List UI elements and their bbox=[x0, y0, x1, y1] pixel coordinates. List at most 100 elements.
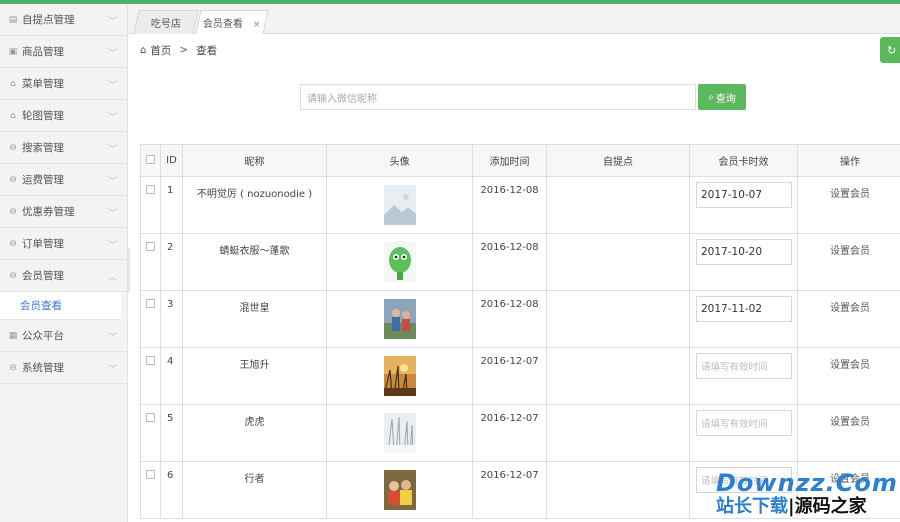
row-id: 6 bbox=[160, 461, 183, 519]
row-avatar-cell bbox=[326, 290, 473, 348]
chevron-down-icon: ﹀ bbox=[107, 17, 117, 27]
watermark-blue-text: 站长下载 bbox=[716, 496, 788, 517]
table-row: 5 虎虎 2016-12-07 请填写有效时间 设置会员 bbox=[140, 404, 900, 462]
avatar bbox=[383, 470, 416, 510]
settings-icon: ⊖ bbox=[9, 362, 17, 373]
chevron-down-icon: ﹀ bbox=[107, 209, 117, 219]
row-checkbox[interactable] bbox=[146, 185, 155, 194]
row-added: 2016-12-07 bbox=[472, 461, 547, 519]
chevron-down-icon: ﹀ bbox=[107, 113, 117, 123]
breadcrumb-separator: > bbox=[179, 44, 189, 56]
column-header-nickname: 昵称 bbox=[182, 144, 327, 177]
expiry-date-input[interactable]: 请填写有效时间 bbox=[696, 353, 792, 379]
sidebar-subitem-member-view[interactable]: 会员查看 bbox=[0, 292, 121, 320]
row-nickname: 蜻蜓衣服～蓬歌 bbox=[182, 233, 327, 291]
row-avatar-cell bbox=[326, 233, 473, 291]
search-placeholder: 请输入微信昵称 bbox=[307, 93, 377, 105]
row-added: 2016-12-08 bbox=[472, 176, 547, 234]
avatar bbox=[383, 185, 416, 225]
row-checkbox[interactable] bbox=[146, 470, 155, 479]
row-checkbox[interactable] bbox=[146, 242, 155, 251]
set-member-link[interactable]: 设置会员 bbox=[830, 303, 870, 314]
row-nickname: 行者 bbox=[182, 461, 327, 519]
sidebar-item-label: 优惠券管理 bbox=[22, 206, 75, 218]
row-id: 2 bbox=[160, 233, 183, 291]
row-action-cell: 设置会员 bbox=[797, 176, 900, 234]
set-member-link[interactable]: 设置会员 bbox=[830, 417, 870, 428]
row-added: 2016-12-08 bbox=[472, 233, 547, 291]
chevron-down-icon: ﹀ bbox=[107, 241, 117, 251]
row-checkbox[interactable] bbox=[146, 413, 155, 422]
sidebar-item-products[interactable]: ▣ 商品管理 ﹀ bbox=[0, 36, 127, 68]
sidebar-item-label: 运费管理 bbox=[22, 174, 64, 186]
row-action-cell: 设置会员 bbox=[797, 233, 900, 291]
row-checkbox-cell bbox=[140, 290, 161, 348]
sidebar-item-label: 菜单管理 bbox=[22, 78, 64, 90]
sidebar-item-label: 会员管理 bbox=[22, 270, 64, 282]
chevron-down-icon: ﹀ bbox=[107, 81, 117, 91]
sidebar-item-public-platform[interactable]: ▦ 公众平台 ﹀ bbox=[0, 320, 127, 352]
tab-store[interactable]: 吃号店 bbox=[133, 10, 199, 34]
expiry-date-input[interactable]: 请填写有效时间 bbox=[696, 410, 792, 436]
tab-member-view[interactable]: 会员查看 × bbox=[195, 10, 269, 34]
set-member-link[interactable]: 设置会员 bbox=[830, 360, 870, 371]
set-member-link[interactable]: 设置会员 bbox=[830, 246, 870, 257]
avatar bbox=[383, 356, 416, 396]
row-expiry-cell: 请填写有效时间 bbox=[689, 404, 798, 462]
close-icon[interactable]: × bbox=[253, 20, 261, 30]
breadcrumb-home[interactable]: 首页 bbox=[150, 43, 171, 58]
select-all-checkbox[interactable] bbox=[146, 154, 155, 164]
row-pickup bbox=[546, 290, 690, 348]
sidebar-item-orders[interactable]: ⊖ 订单管理 ﹀ bbox=[0, 228, 127, 260]
row-checkbox-cell bbox=[140, 233, 161, 291]
lock-icon: ⌂ bbox=[10, 110, 16, 121]
avatar bbox=[383, 413, 416, 453]
search-button[interactable]: ⌕ 查询 bbox=[698, 84, 746, 110]
chevron-down-icon: ﹀ bbox=[107, 177, 117, 187]
sidebar-item-label: 轮图管理 bbox=[22, 110, 64, 122]
sidebar-item-carousel[interactable]: ⌂ 轮图管理 ﹀ bbox=[0, 100, 127, 132]
row-pickup bbox=[546, 347, 690, 405]
refresh-icon: ↻ bbox=[887, 43, 897, 57]
sidebar-item-search[interactable]: ⊖ 搜索管理 ﹀ bbox=[0, 132, 127, 164]
tab-label: 吃号店 bbox=[150, 19, 181, 30]
column-header-expiry: 会员卡时效 bbox=[689, 144, 798, 177]
watermark: Downzz.Com 站长下载|源码之家 bbox=[716, 470, 900, 522]
sidebar-item-label: 系统管理 bbox=[22, 362, 64, 374]
sidebar-item-menus[interactable]: ⌂ 菜单管理 ﹀ bbox=[0, 68, 127, 100]
expiry-date-input[interactable]: 2017-11-02 bbox=[696, 296, 792, 322]
row-checkbox[interactable] bbox=[146, 356, 155, 365]
row-pickup bbox=[546, 233, 690, 291]
sidebar-item-shipping[interactable]: ⊖ 运费管理 ﹀ bbox=[0, 164, 127, 196]
row-action-cell: 设置会员 bbox=[797, 404, 900, 462]
search-icon: ⌕ bbox=[708, 91, 714, 103]
home-icon: ⌂ bbox=[140, 44, 147, 56]
select-all-cell bbox=[140, 144, 161, 177]
column-header-added: 添加时间 bbox=[472, 144, 547, 177]
sidebar-item-pickup[interactable]: ▤ 自提点管理 ﹀ bbox=[0, 4, 127, 36]
watermark-bottom: 站长下载|源码之家 bbox=[716, 496, 900, 518]
sidebar-item-system[interactable]: ⊖ 系统管理 ﹀ bbox=[0, 352, 127, 384]
expiry-date-input[interactable]: 2017-10-20 bbox=[696, 239, 792, 265]
row-checkbox[interactable] bbox=[146, 299, 155, 308]
row-id: 4 bbox=[160, 347, 183, 405]
chevron-down-icon: ﹀ bbox=[107, 333, 117, 343]
grid-icon: ▦ bbox=[8, 330, 18, 341]
settings-icon: ⊖ bbox=[9, 270, 17, 281]
row-checkbox-cell bbox=[140, 176, 161, 234]
set-member-link[interactable]: 设置会员 bbox=[830, 189, 870, 200]
table-row: 4 王旭升 2016-12-07 请填写有效时间 设置会员 bbox=[140, 347, 900, 405]
sidebar-item-coupons[interactable]: ⊖ 优惠券管理 ﹀ bbox=[0, 196, 127, 228]
refresh-button[interactable]: ↻ bbox=[880, 37, 900, 63]
expiry-date-input[interactable]: 2017-10-07 bbox=[696, 182, 792, 208]
table-row: 2 蜻蜓衣服～蓬歌 2016-12-08 2017-10-20 设置会员 bbox=[140, 233, 900, 291]
sidebar-item-label: 搜索管理 bbox=[22, 142, 64, 154]
row-nickname: 不明觉厉 ( nozuonodie ) bbox=[182, 176, 327, 234]
sidebar: ▤ 自提点管理 ﹀ ▣ 商品管理 ﹀ ⌂ 菜单管理 ﹀ ⌂ 轮图管理 ﹀ ⊖ 搜… bbox=[0, 4, 128, 522]
sidebar-item-members[interactable]: ⊖ 会员管理 ︿ bbox=[0, 260, 127, 292]
search-input[interactable]: 请输入微信昵称 bbox=[300, 84, 696, 110]
row-checkbox-cell bbox=[140, 461, 161, 519]
row-avatar-cell bbox=[326, 347, 473, 405]
row-nickname: 王旭升 bbox=[182, 347, 327, 405]
breadcrumb-current: 查看 bbox=[196, 44, 218, 57]
